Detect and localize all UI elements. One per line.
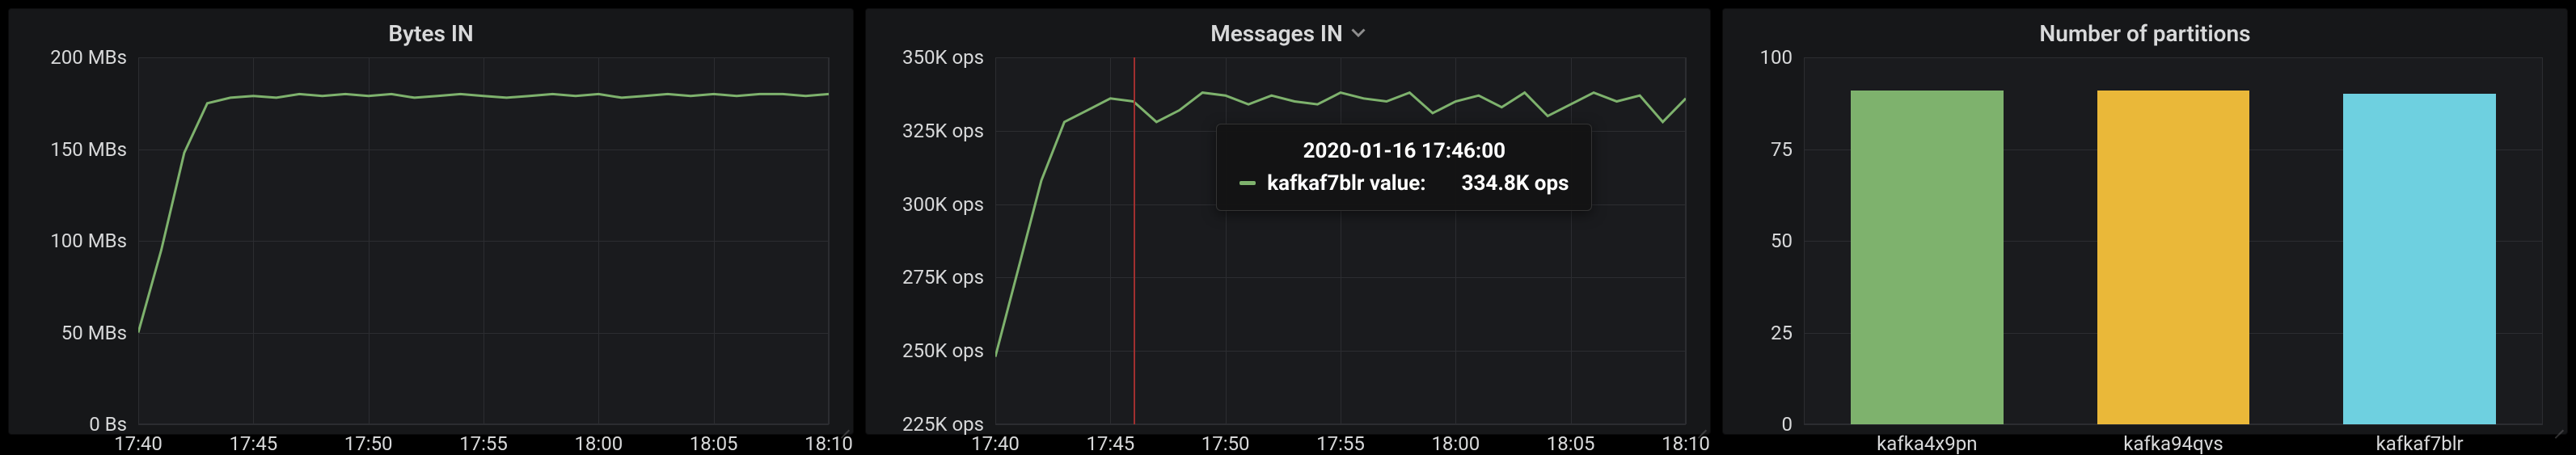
y-axis-tick: 300K ops [902, 193, 995, 216]
panel-title: Bytes IN [388, 20, 473, 47]
x-axis-tick: 18:05 [690, 424, 738, 455]
x-axis-tick: 18:05 [1547, 424, 1595, 455]
y-axis-tick: 75 [1771, 138, 1804, 161]
x-axis-tick: 17:40 [971, 424, 1020, 455]
bar[interactable] [2097, 91, 2250, 424]
grid-line [1804, 57, 2543, 58]
x-axis-tick: 17:50 [1201, 424, 1250, 455]
x-axis-tick: 17:45 [229, 424, 277, 455]
panel-title: Number of partitions [2039, 20, 2250, 47]
chevron-down-icon[interactable] [1351, 26, 1366, 41]
chart-area[interactable]: 0255075100kafka4x9pnkafka94qvskafkaf7blr [1723, 57, 2567, 434]
y-axis-tick: 25 [1771, 322, 1804, 344]
x-axis-tick: kafka4x9pn [1877, 424, 1977, 455]
x-axis-tick: 17:55 [1316, 424, 1365, 455]
x-axis-tick: 17:50 [344, 424, 393, 455]
y-axis-tick: 0 [1782, 413, 1805, 436]
chart-area[interactable]: 2020-01-16 17:46:00 kafkaf7blr value: 33… [866, 57, 1710, 434]
x-axis-tick: 17:55 [459, 424, 508, 455]
grid-line [829, 57, 830, 424]
y-axis-tick: 275K ops [902, 266, 995, 289]
grid-line [1686, 57, 1687, 424]
dashboard-row: Bytes IN 0 Bs50 MBs100 MBs150 MBs200 MBs… [0, 0, 2576, 443]
bar[interactable] [2343, 94, 2496, 424]
y-axis-tick: 325K ops [902, 120, 995, 142]
line-series [995, 57, 1686, 424]
y-axis-tick: 350K ops [902, 46, 995, 69]
y-axis-tick: 100 MBs [50, 230, 138, 252]
panel-partitions[interactable]: Number of partitions 0255075100kafka4x9p… [1722, 8, 2568, 435]
panel-bytes-in[interactable]: Bytes IN 0 Bs50 MBs100 MBs150 MBs200 MBs… [8, 8, 854, 435]
x-axis-tick: 18:00 [1431, 424, 1480, 455]
y-axis-tick: 250K ops [902, 339, 995, 362]
y-axis-tick: 200 MBs [50, 46, 138, 69]
x-axis-tick: 18:00 [574, 424, 623, 455]
resize-handle-icon[interactable] [2553, 419, 2564, 431]
panel-messages-in[interactable]: Messages IN 2020-01-16 17:46:00 kafkaf7b… [865, 8, 1711, 435]
x-axis-tick: 17:45 [1086, 424, 1134, 455]
y-axis-tick: 100 [1760, 46, 1804, 69]
x-axis-tick: kafka94qvs [2123, 424, 2223, 455]
x-axis-tick: 17:40 [114, 424, 163, 455]
y-axis-tick: 50 [1771, 230, 1804, 252]
y-axis-tick: 150 MBs [50, 138, 138, 161]
line-series [138, 57, 829, 424]
chart-area[interactable]: 0 Bs50 MBs100 MBs150 MBs200 MBs17:4017:4… [9, 57, 853, 434]
resize-handle-icon[interactable] [838, 419, 850, 431]
bar[interactable] [1851, 91, 2004, 424]
crosshair-line [1134, 57, 1135, 424]
x-axis-tick: kafkaf7blr [2376, 424, 2464, 455]
panel-title: Messages IN [1210, 20, 1343, 47]
panel-header[interactable]: Number of partitions [1723, 9, 2567, 57]
resize-handle-icon[interactable] [1696, 419, 1707, 431]
y-axis-tick: 50 MBs [61, 322, 138, 344]
